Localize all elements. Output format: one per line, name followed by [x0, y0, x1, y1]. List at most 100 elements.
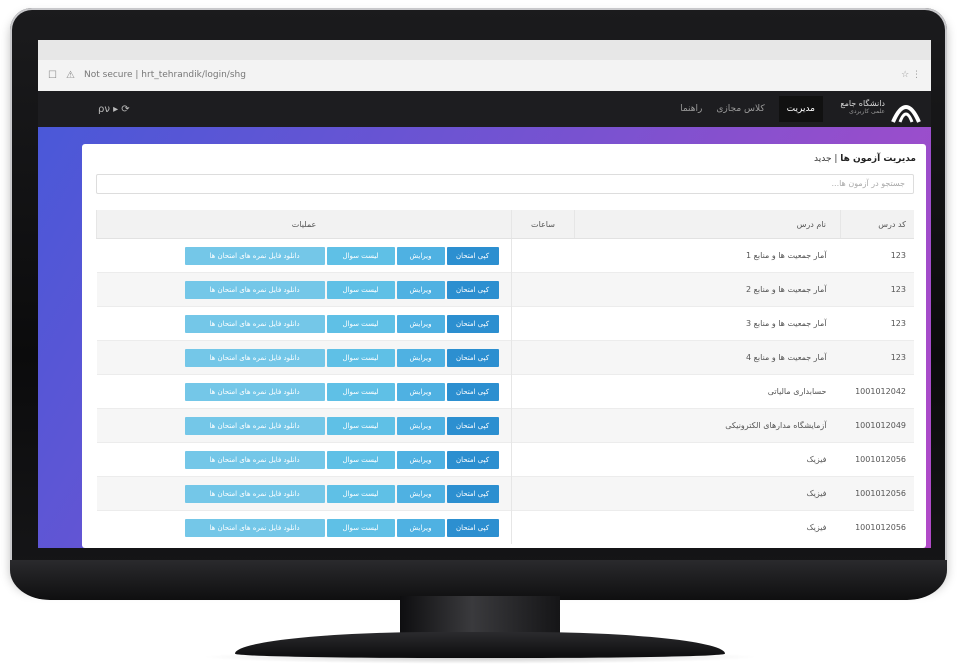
brand-text: دانشگاه جامع علمی کاربردی: [833, 99, 885, 119]
edit-button[interactable]: ویرایش: [396, 246, 445, 265]
cell-course-name: حسابداری مالیاتی: [574, 374, 841, 409]
edit-button[interactable]: ویرایش: [396, 484, 445, 503]
monitor-stand-base: [235, 632, 725, 658]
cell-operations: کپی امتحانویرایشلیست سوالدانلود فایل نمر…: [96, 408, 512, 443]
cell-course-name: آمار جمعیت ها و منابع 1: [574, 238, 841, 273]
edit-button[interactable]: ویرایش: [396, 348, 445, 367]
table-row: 123 آمار جمعیت ها و منابع 4 کپی امتحانویرا…: [96, 340, 914, 375]
nav-item-management[interactable]: مدیریت: [778, 96, 823, 122]
cell-course-name: آمار جمعیت ها و منابع 4: [574, 340, 841, 375]
cell-hours: [511, 510, 575, 544]
table-row: 1001012056 فیزیک کپی امتحانویرایشلیست سوال…: [96, 442, 914, 477]
copy-exam-button[interactable]: کپی امتحان: [446, 518, 499, 537]
copy-exam-button[interactable]: کپی امتحان: [446, 382, 499, 401]
cell-course-code: 1001012056: [840, 442, 914, 477]
page-icon: ☐: [48, 69, 57, 81]
cell-course-code: 123: [840, 306, 914, 341]
brand-subtitle: علمی کاربردی: [849, 108, 885, 115]
copy-exam-button[interactable]: کپی امتحان: [446, 314, 499, 333]
copy-exam-button[interactable]: کپی امتحان: [446, 416, 499, 435]
edit-button[interactable]: ویرایش: [396, 382, 445, 401]
warning-icon: ⚠: [66, 69, 75, 81]
cell-course-name: فیزیک: [574, 442, 841, 477]
cell-operations: کپی امتحانویرایشلیست سوالدانلود فایل نمر…: [96, 510, 512, 544]
edit-button[interactable]: ویرایش: [396, 416, 445, 435]
cell-hours: [511, 238, 575, 273]
search-input[interactable]: جستجو در آزمون ها...: [96, 174, 914, 194]
download-grades-button[interactable]: دانلود فایل نمره های امتحان ها: [184, 484, 325, 503]
copy-exam-button[interactable]: کپی امتحان: [446, 484, 499, 503]
question-list-button[interactable]: لیست سوال: [326, 518, 395, 537]
browser-address-bar: ☐ ⚠ Not secure | hrt_tehrandik/login/shg…: [38, 40, 931, 92]
download-grades-button[interactable]: دانلود فایل نمره های امتحان ها: [184, 314, 325, 333]
header-course-code: کد درس: [840, 210, 914, 239]
edit-button[interactable]: ویرایش: [396, 518, 445, 537]
monitor-chin: [10, 560, 947, 600]
edit-button[interactable]: ویرایش: [396, 314, 445, 333]
cell-course-code: 123: [840, 272, 914, 307]
download-grades-button[interactable]: دانلود فایل نمره های امتحان ها: [184, 246, 325, 265]
question-list-button[interactable]: لیست سوال: [326, 382, 395, 401]
download-grades-button[interactable]: دانلود فایل نمره های امتحان ها: [184, 348, 325, 367]
table-row: 123 آمار جمعیت ها و منابع 1 کپی امتحانویرا…: [96, 238, 914, 273]
cell-course-code: 1001012056: [840, 476, 914, 511]
cell-course-name: فیزیک: [574, 476, 841, 511]
question-list-button[interactable]: لیست سوال: [326, 450, 395, 469]
cell-hours: [511, 374, 575, 409]
cell-course-code: 1001012056: [840, 510, 914, 544]
browser-tab-strip: [38, 40, 931, 60]
breadcrumb: مدیریت آزمون ها | جدید: [813, 154, 916, 164]
user-menu[interactable]: ρν ▸ ⟳: [98, 104, 130, 115]
screen: ☐ ⚠ Not secure | hrt_tehrandik/login/shg…: [38, 40, 931, 548]
download-grades-button[interactable]: دانلود فایل نمره های امتحان ها: [184, 450, 325, 469]
url-field[interactable]: Not secure | hrt_tehrandik/login/shg: [84, 70, 901, 80]
nav-item-virtual-class[interactable]: کلاس مجازی: [716, 104, 764, 114]
cell-course-name: فیزیک: [574, 510, 841, 544]
question-list-button[interactable]: لیست سوال: [326, 246, 395, 265]
question-list-button[interactable]: لیست سوال: [326, 416, 395, 435]
table-header-row: کد درس نام درس ساعات عملیات: [96, 210, 914, 239]
cell-operations: کپی امتحانویرایشلیست سوالدانلود فایل نمر…: [96, 340, 512, 375]
header-operations: عملیات: [96, 210, 512, 239]
edit-button[interactable]: ویرایش: [396, 280, 445, 299]
copy-exam-button[interactable]: کپی امتحان: [446, 280, 499, 299]
logo-icon[interactable]: [889, 94, 923, 124]
breadcrumb-current: جدید: [813, 154, 832, 164]
browser-actions-icon[interactable]: ☆ ⋮: [901, 70, 921, 80]
copy-exam-button[interactable]: کپی امتحان: [446, 450, 499, 469]
download-grades-button[interactable]: دانلود فایل نمره های امتحان ها: [184, 382, 325, 401]
content-card: مدیریت آزمون ها | جدید جستجو در آزمون ها…: [82, 144, 926, 548]
cell-course-code: 123: [840, 238, 914, 273]
copy-exam-button[interactable]: کپی امتحان: [446, 348, 499, 367]
breadcrumb-parent[interactable]: مدیریت آزمون ها: [840, 154, 916, 164]
download-grades-button[interactable]: دانلود فایل نمره های امتحان ها: [184, 416, 325, 435]
copy-exam-button[interactable]: کپی امتحان: [446, 246, 499, 265]
courses-table: کد درس نام درس ساعات عملیات 123 آمار جمعی…: [96, 210, 914, 544]
nav-items: راهنما کلاس مجازی مدیریت: [680, 91, 823, 127]
table-row: 123 آمار جمعیت ها و منابع 2 کپی امتحانویرا…: [96, 272, 914, 307]
cell-hours: [511, 442, 575, 477]
cell-course-name: آمار جمعیت ها و منابع 3: [574, 306, 841, 341]
table-row: 1001012056 فیزیک کپی امتحانویرایشلیست سوال…: [96, 510, 914, 544]
cell-operations: کپی امتحانویرایشلیست سوالدانلود فایل نمر…: [96, 306, 512, 341]
cell-operations: کپی امتحانویرایشلیست سوالدانلود فایل نمر…: [96, 238, 512, 273]
top-navbar: ρν ▸ ⟳ راهنما کلاس مجازی مدیریت دانشگاه …: [38, 91, 931, 127]
table-row: 1001012042 حسابداری مالیاتی کپی امتحانویرا…: [96, 374, 914, 409]
question-list-button[interactable]: لیست سوال: [326, 484, 395, 503]
cell-course-code: 1001012042: [840, 374, 914, 409]
header-course-name: نام درس: [574, 210, 841, 239]
edit-button[interactable]: ویرایش: [396, 450, 445, 469]
cell-operations: کپی امتحانویرایشلیست سوالدانلود فایل نمر…: [96, 374, 512, 409]
download-grades-button[interactable]: دانلود فایل نمره های امتحان ها: [184, 518, 325, 537]
table-row: 1001012056 فیزیک کپی امتحانویرایشلیست سوال…: [96, 476, 914, 511]
question-list-button[interactable]: لیست سوال: [326, 314, 395, 333]
cell-course-name: آمار جمعیت ها و منابع 2: [574, 272, 841, 307]
nav-item-help[interactable]: راهنما: [680, 104, 702, 114]
cell-hours: [511, 340, 575, 375]
table-row: 123 آمار جمعیت ها و منابع 3 کپی امتحانویرا…: [96, 306, 914, 341]
download-grades-button[interactable]: دانلود فایل نمره های امتحان ها: [184, 280, 325, 299]
question-list-button[interactable]: لیست سوال: [326, 280, 395, 299]
question-list-button[interactable]: لیست سوال: [326, 348, 395, 367]
cell-operations: کپی امتحانویرایشلیست سوالدانلود فایل نمر…: [96, 442, 512, 477]
cell-hours: [511, 476, 575, 511]
